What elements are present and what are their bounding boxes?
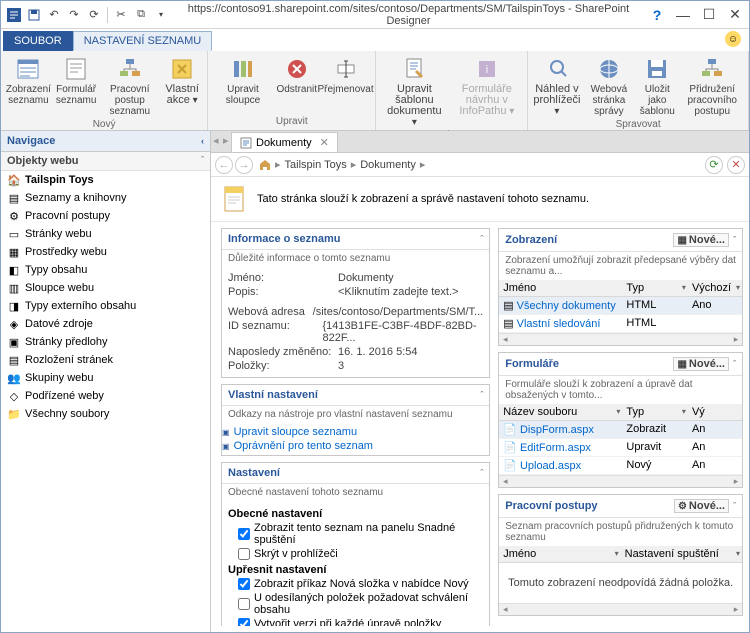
svg-text:i: i: [486, 64, 488, 76]
setting-checkbox[interactable]: U odesílaných položek požadovat schválen…: [228, 591, 483, 617]
ribbon-custom-action[interactable]: Vlastní akce ▾: [161, 53, 203, 108]
ribbon-edit-template[interactable]: Upravit šablonu dokumentu ▾: [380, 53, 448, 130]
panel-workflows: Pracovní postupy⚙ Nové...ˆ Seznam pracov…: [498, 494, 743, 616]
breadcrumb: ← → ▸ Tailspin Toys ▸ Dokumenty ▸ ⟳ ✕: [211, 153, 749, 177]
ribbon-edit-columns[interactable]: Upravit sloupce: [212, 53, 274, 108]
nav-item[interactable]: ◧Typy obsahu: [1, 261, 210, 279]
setting-checkbox[interactable]: Vytvořit verzi při každé úpravě položky: [228, 617, 483, 626]
help-icon[interactable]: ?: [647, 5, 667, 25]
nav-item[interactable]: ⚙Pracovní postupy: [1, 207, 210, 225]
save-icon[interactable]: [25, 6, 43, 24]
ribbon-workflow[interactable]: Pracovní postup seznamu: [100, 53, 159, 119]
new-form-button[interactable]: ▦ Nové...: [673, 357, 729, 371]
refresh-icon[interactable]: ⟳: [705, 156, 723, 174]
window-title: https://contoso91.sharepoint.com/sites/c…: [170, 3, 647, 27]
nav-item[interactable]: 📁Všechny soubory: [1, 405, 210, 423]
collapse-icon[interactable]: ˆ: [480, 390, 483, 400]
permissions-link[interactable]: Oprávnění pro tento seznam: [234, 440, 373, 452]
ribbon-workflow-assoc[interactable]: Přidružení pracovního postupu: [680, 53, 744, 119]
stop-icon[interactable]: ✕: [727, 156, 745, 174]
back-icon[interactable]: ←: [215, 156, 233, 174]
app-icon: [5, 6, 23, 24]
breadcrumb-item[interactable]: Tailspin Toys: [285, 159, 347, 171]
nav-item[interactable]: ▤Rozložení stránek: [1, 351, 210, 369]
panel-info: Informace o seznamuˆ Důležité informace …: [221, 228, 490, 378]
nav-item[interactable]: ◨Typy externího obsahu: [1, 297, 210, 315]
nav-item[interactable]: ▤Seznamy a knihovny: [1, 189, 210, 207]
home-icon[interactable]: [259, 159, 271, 171]
undo-icon[interactable]: ↶: [45, 6, 63, 24]
ribbon-rename[interactable]: Přejmenovat: [320, 53, 372, 97]
tab-list-settings[interactable]: NASTAVENÍ SEZNAMU: [73, 31, 213, 51]
collapse-icon[interactable]: ˆ: [480, 234, 483, 244]
feedback-icon[interactable]: ☺: [725, 31, 741, 47]
minimize-icon[interactable]: —: [673, 5, 693, 25]
table-row[interactable]: 📄Upload.aspxNovýAn: [499, 457, 742, 475]
page-icon: [221, 185, 249, 213]
tab-file[interactable]: SOUBOR: [3, 31, 73, 51]
ribbon-list-form[interactable]: Formulář seznamu: [54, 53, 99, 108]
collapse-icon[interactable]: ˆ: [733, 359, 736, 369]
new-view-button[interactable]: ▦ Nové...: [673, 233, 729, 247]
setting-checkbox[interactable]: Zobrazit tento seznam na panelu Snadné s…: [228, 521, 483, 547]
nav-subheader[interactable]: Objekty webuˆ: [1, 152, 210, 171]
refresh-icon[interactable]: ⟳: [85, 6, 103, 24]
tab-fwd-icon[interactable]: ▸: [223, 134, 233, 147]
table-row[interactable]: ▤Všechny dokumentyHTMLAno: [499, 297, 742, 315]
nav-item[interactable]: 🏠Tailspin Toys: [1, 171, 210, 189]
dropdown-icon[interactable]: ▾: [152, 6, 170, 24]
nav-item[interactable]: ▣Stránky předlohy: [1, 333, 210, 351]
collapse-icon[interactable]: ˆ: [480, 468, 483, 478]
maximize-icon[interactable]: ☐: [699, 5, 719, 25]
edit-columns-link[interactable]: Upravit sloupce seznamu: [234, 426, 358, 438]
panel-views: Zobrazení▦ Nové...ˆ Zobrazení umožňují z…: [498, 228, 743, 346]
close-icon[interactable]: ✕: [725, 5, 745, 25]
ribbon: Zobrazení seznamu Formulář seznamu Praco…: [1, 51, 749, 131]
empty-workflows-text: Tomuto zobrazení neodpovídá žádná položk…: [499, 563, 742, 603]
nav-item[interactable]: ▭Stránky webu: [1, 225, 210, 243]
navigation-pane: Navigace‹ Objekty webuˆ 🏠Tailspin Toys▤S…: [1, 131, 211, 632]
chevron-icon: ˆ: [201, 155, 204, 165]
ribbon-admin-page[interactable]: Webová stránka správy: [584, 53, 635, 119]
table-row[interactable]: ▤Vlastní sledováníHTML: [499, 315, 742, 333]
ribbon-delete[interactable]: Odstranit: [276, 53, 318, 97]
tab-back-icon[interactable]: ◂: [213, 134, 223, 147]
cut-icon[interactable]: ✂: [112, 6, 130, 24]
nav-header: Navigace‹: [1, 131, 210, 152]
collapse-icon[interactable]: ˆ: [733, 235, 736, 245]
ribbon-infopath: iFormuláře návrhu v InfoPathu ▾: [450, 53, 523, 119]
nav-item[interactable]: ◈Datové zdroje: [1, 315, 210, 333]
table-row[interactable]: 📄DispForm.aspxZobrazitAn: [499, 421, 742, 439]
setting-checkbox[interactable]: Zobrazit příkaz Nová složka v nabídce No…: [228, 577, 483, 591]
close-tab-icon[interactable]: ✕: [320, 136, 329, 149]
panel-settings: Nastaveníˆ Obecné nastavení tohoto sezna…: [221, 462, 490, 626]
nav-item[interactable]: ◇Podřízené weby: [1, 387, 210, 405]
nav-item[interactable]: ▥Sloupce webu: [1, 279, 210, 297]
nav-item[interactable]: ▦Prostředky webu: [1, 243, 210, 261]
new-workflow-button[interactable]: ⚙ Nové...: [674, 499, 729, 513]
list-name-link[interactable]: Dokumenty: [338, 272, 394, 284]
page-intro-text: Tato stránka slouží k zobrazení a správě…: [257, 193, 589, 205]
table-row[interactable]: 📄EditForm.aspxUpravitAn: [499, 439, 742, 457]
panel-customize: Vlastní nastaveníˆ Odkazy na nástroje pr…: [221, 384, 490, 456]
copy-icon[interactable]: ⧉: [132, 6, 150, 24]
panel-forms: Formuláře▦ Nové...ˆ Formuláře slouží k z…: [498, 352, 743, 488]
list-desc-link[interactable]: <Kliknutím zadejte text.>: [338, 286, 458, 298]
forward-icon[interactable]: →: [235, 156, 253, 174]
nav-item[interactable]: 👥Skupiny webu: [1, 369, 210, 387]
setting-checkbox[interactable]: Skrýt v prohlížeči: [228, 547, 483, 561]
document-tab[interactable]: Dokumenty✕: [231, 132, 338, 152]
ribbon-save-template[interactable]: Uložit jako šablonu: [636, 53, 678, 119]
collapse-icon[interactable]: ˆ: [733, 501, 736, 511]
redo-icon[interactable]: ↷: [65, 6, 83, 24]
ribbon-preview[interactable]: Náhled v prohlížeči ▾: [532, 53, 581, 119]
ribbon-list-view[interactable]: Zobrazení seznamu: [5, 53, 52, 108]
nav-collapse-icon[interactable]: ‹: [201, 136, 204, 146]
breadcrumb-item[interactable]: Dokumenty: [360, 159, 416, 171]
